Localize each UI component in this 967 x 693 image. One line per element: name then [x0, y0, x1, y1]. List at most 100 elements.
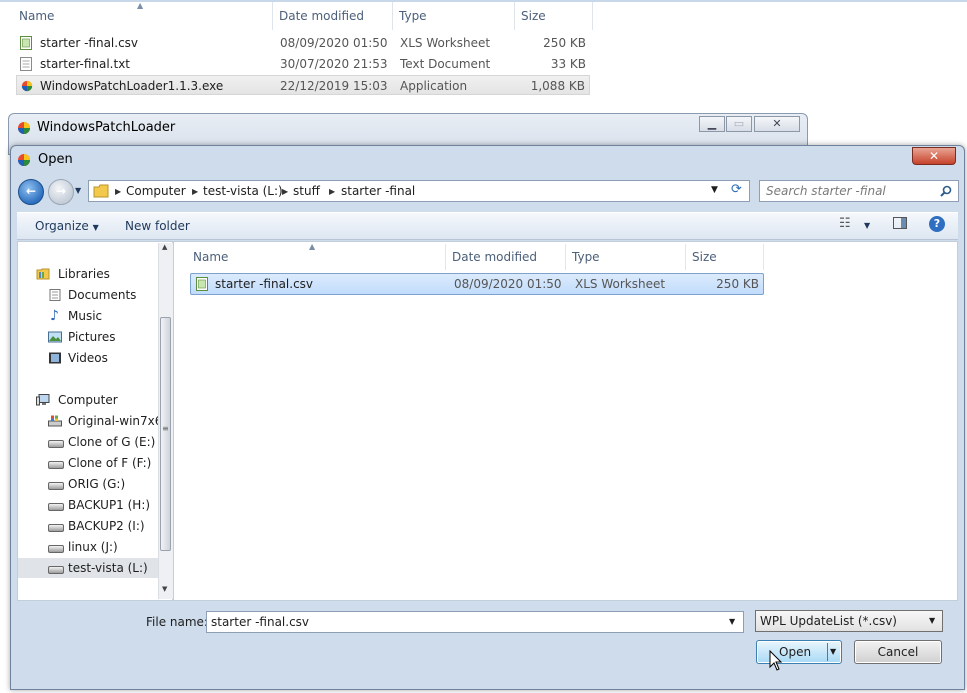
cancel-button[interactable]: Cancel: [854, 640, 942, 664]
nav-item-original-win7x64[interactable]: Original-win7x64: [18, 411, 170, 431]
music-icon: ♪: [50, 308, 59, 324]
filter-value: WPL UpdateList (*.csv): [760, 614, 897, 628]
dialog-close-button[interactable]: ✕: [912, 147, 956, 165]
background-file-row[interactable]: starter -final.csv 08/09/2020 01:50 XLS …: [16, 33, 590, 53]
new-folder-button[interactable]: New folder: [125, 219, 190, 233]
breadcrumb-stuff[interactable]: stuff: [293, 184, 320, 198]
file-size: 1,088 KB: [530, 79, 585, 93]
back-button[interactable]: ←: [18, 179, 44, 205]
help-icon[interactable]: ?: [929, 216, 945, 232]
breadcrumb-separator-icon: ▶: [282, 187, 289, 196]
sort-arrow-icon: ▲: [137, 1, 144, 10]
breadcrumb-separator-icon: ▶: [192, 187, 199, 196]
drive-icon: [48, 545, 64, 553]
view-options-icon[interactable]: ☷: [839, 216, 851, 231]
nav-item-drive-e[interactable]: Clone of G (E:): [18, 432, 163, 452]
minimize-button[interactable]: ▁: [699, 116, 725, 132]
file-date: 30/07/2020 21:53: [280, 57, 388, 71]
nav-item-videos[interactable]: Videos: [18, 348, 163, 368]
organize-button[interactable]: Organize ▼: [35, 219, 99, 233]
nav-item-drive-l-selected[interactable]: test-vista (L:): [18, 558, 163, 578]
pictures-icon: [48, 331, 62, 343]
cancel-label: Cancel: [877, 645, 919, 659]
nav-item-music[interactable]: ♪ Music: [18, 306, 163, 326]
file-date: 22/12/2019 15:03: [280, 79, 388, 93]
file-date: 08/09/2020 01:50: [454, 277, 562, 291]
search-icon[interactable]: [940, 185, 952, 197]
nav-item-computer[interactable]: Computer: [18, 390, 163, 410]
background-file-row-selected[interactable]: WindowsPatchLoader1.1.3.exe 22/12/2019 1…: [16, 75, 590, 95]
nav-pane-scrollbar[interactable]: ▲ ≡ ▼: [158, 243, 173, 599]
file-name: starter -final.csv: [215, 277, 314, 291]
file-name-label: File name:: [146, 615, 208, 629]
nav-item-documents[interactable]: Documents: [18, 285, 163, 305]
command-toolbar: Organize ▼ New folder ☷ ▼ ?: [17, 212, 958, 240]
back-arrow-icon: ←: [25, 184, 37, 198]
scroll-up-icon[interactable]: ▲: [162, 243, 167, 251]
file-type: XLS Worksheet: [575, 277, 666, 291]
nav-item-drive-f[interactable]: Clone of F (F:): [18, 453, 163, 473]
nav-label: Original-win7x64: [68, 414, 171, 428]
preview-pane-icon[interactable]: [893, 217, 907, 229]
breadcrumb-computer[interactable]: Computer: [126, 184, 186, 198]
file-size: 250 KB: [716, 277, 759, 291]
address-dropdown-icon[interactable]: ▼: [711, 185, 718, 195]
column-date-header[interactable]: Date modified: [446, 244, 566, 270]
libraries-icon: [36, 268, 50, 280]
nav-label: Clone of F (F:): [68, 456, 152, 470]
recent-locations-dropdown[interactable]: ▼: [75, 186, 81, 195]
nav-item-libraries[interactable]: Libraries: [18, 264, 163, 284]
nav-item-pictures[interactable]: Pictures: [18, 327, 163, 347]
nav-item-drive-j[interactable]: linux (J:): [18, 537, 163, 557]
column-type-header[interactable]: Type: [393, 2, 515, 30]
window-close-button[interactable]: ✕: [754, 116, 800, 132]
breadcrumb-current-folder[interactable]: starter -final: [341, 184, 415, 198]
scrollbar-thumb[interactable]: ≡: [160, 317, 171, 551]
file-date: 08/09/2020 01:50: [280, 36, 388, 50]
file-name-input[interactable]: starter -final.csv ▼: [206, 611, 744, 633]
column-type-header[interactable]: Type: [566, 244, 686, 270]
column-name-header[interactable]: Name ▲: [187, 242, 446, 270]
column-date-header[interactable]: Date modified: [273, 2, 393, 30]
column-size-header[interactable]: Size: [515, 2, 593, 30]
file-name-dropdown-icon[interactable]: ▼: [729, 617, 735, 626]
nav-item-drive-i[interactable]: BACKUP2 (I:): [18, 516, 163, 536]
open-dialog: Open ✕ ← → ▼ ▶ Computer ▶ test-vista (L:…: [10, 145, 965, 690]
column-size-header[interactable]: Size: [686, 244, 764, 270]
breadcrumb-separator-icon: ▶: [329, 187, 336, 196]
chevron-down-icon: ▼: [92, 223, 99, 232]
nav-item-drive-h[interactable]: BACKUP1 (H:): [18, 495, 163, 515]
file-type: XLS Worksheet: [400, 36, 491, 50]
open-options-dropdown-icon[interactable]: ▼: [830, 647, 836, 656]
search-placeholder: Search starter -final: [766, 184, 886, 198]
nav-label: Videos: [68, 351, 108, 365]
forward-button[interactable]: →: [48, 179, 74, 205]
app-icon: [18, 154, 30, 166]
forward-arrow-icon: →: [55, 184, 67, 198]
nav-item-drive-g[interactable]: ORIG (G:): [18, 474, 163, 494]
file-size: 250 KB: [543, 36, 586, 50]
nav-label: Libraries: [58, 267, 110, 281]
background-file-row[interactable]: starter-final.txt 30/07/2020 21:53 Text …: [16, 54, 590, 74]
file-type-filter-select[interactable]: WPL UpdateList (*.csv) ▼: [755, 610, 943, 632]
file-name: starter-final.txt: [40, 57, 131, 71]
file-size: 33 KB: [550, 57, 586, 71]
file-type: Application: [400, 79, 468, 93]
drive-icon: [48, 482, 64, 490]
open-label: Open: [779, 645, 812, 659]
app-icon: [18, 122, 30, 134]
maximize-button[interactable]: ▭: [726, 116, 752, 132]
view-dropdown-icon[interactable]: ▼: [864, 221, 870, 230]
address-bar[interactable]: ▶ Computer ▶ test-vista (L:) ▶ stuff ▶ s…: [88, 180, 750, 202]
refresh-icon[interactable]: ⟳: [731, 182, 742, 197]
file-row-selected[interactable]: starter -final.csv 08/09/2020 01:50 XLS …: [190, 273, 764, 295]
nav-label: linux (J:): [68, 540, 118, 554]
dialog-title: Open: [38, 152, 73, 167]
scroll-down-icon[interactable]: ▼: [162, 585, 167, 593]
videos-icon: [49, 352, 61, 364]
search-box[interactable]: Search starter -final: [759, 180, 959, 202]
nav-label: Pictures: [68, 330, 116, 344]
background-column-header: Name ▲ Date modified Type Size: [0, 0, 967, 30]
column-name-header[interactable]: Name ▲: [13, 1, 273, 30]
breadcrumb-drive[interactable]: test-vista (L:): [203, 184, 283, 198]
